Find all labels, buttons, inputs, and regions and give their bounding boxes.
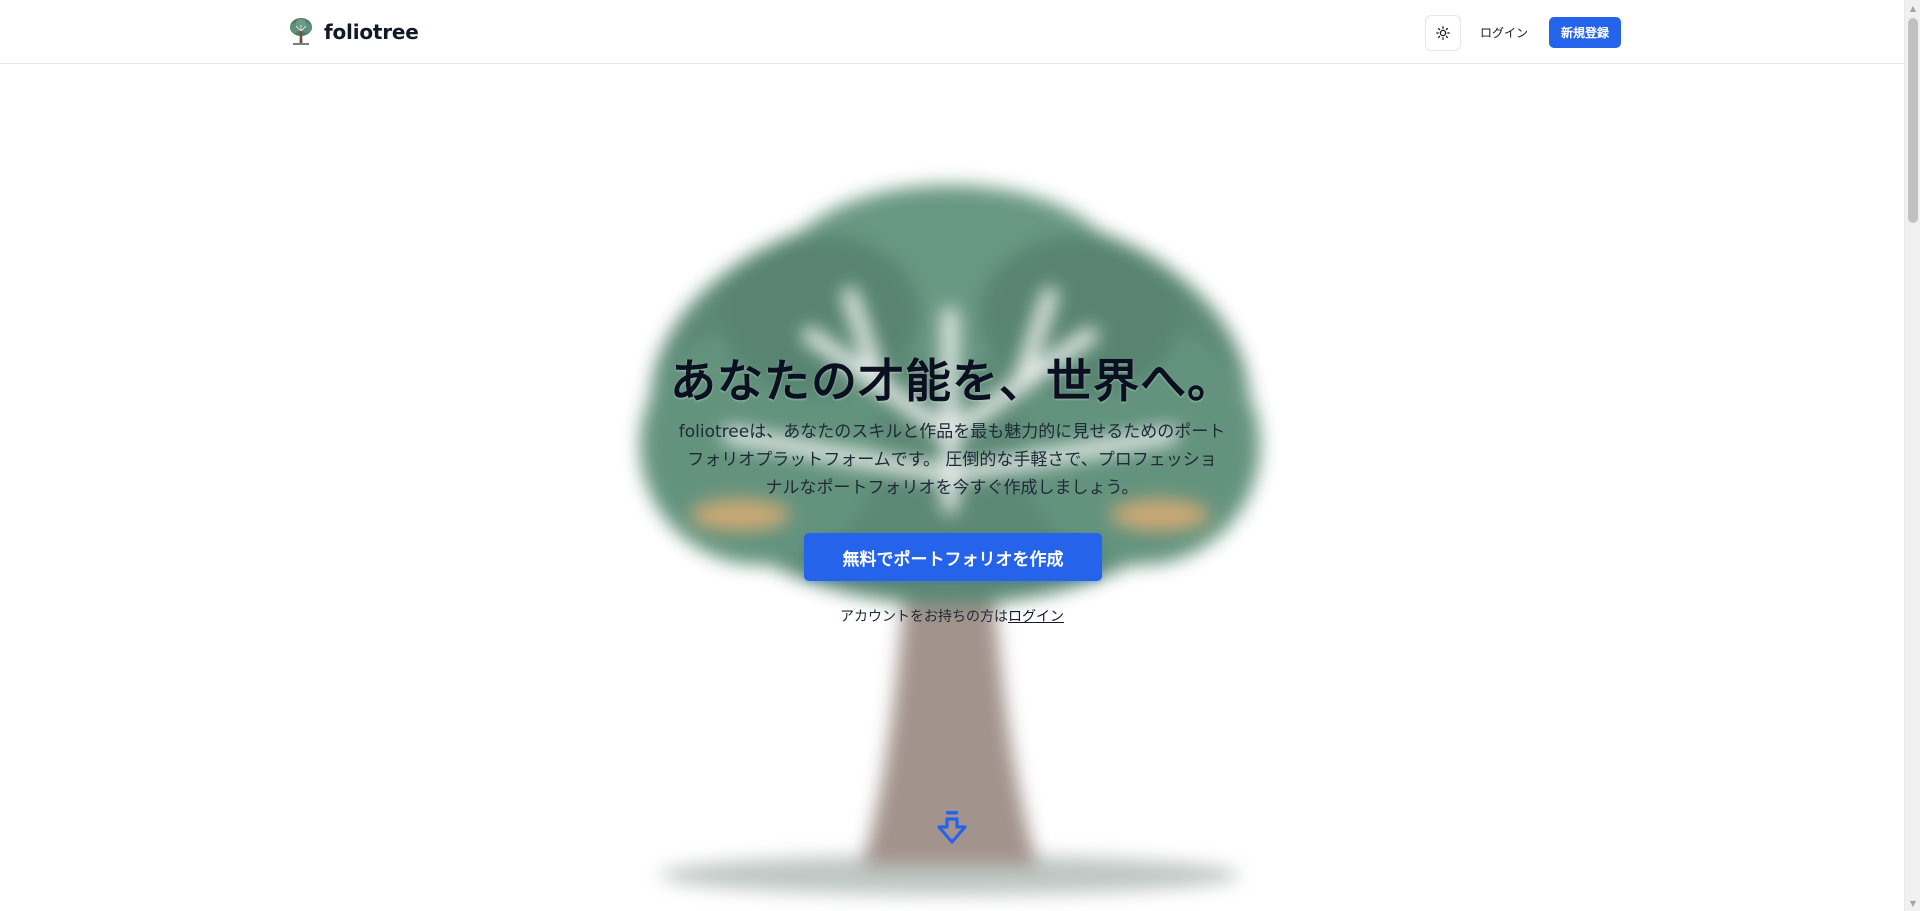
account-prompt: アカウントをお持ちの方はログイン <box>0 606 1904 626</box>
tree-icon <box>290 18 312 45</box>
hero-description-line: ナルなポートフォリオを今すぐ作成しましょう。 <box>765 478 1139 498</box>
arrow-down-icon[interactable] <box>934 809 970 847</box>
hero-description-line: foliotreeは、あなたのスキルと作品を最も魅力的に見せるためのポート <box>678 422 1226 442</box>
scrollbar-thumb[interactable] <box>1908 18 1918 223</box>
scroll-down-arrow-icon[interactable]: ▼ <box>1905 895 1920 911</box>
scroll-up-arrow-icon[interactable]: ▲ <box>1905 0 1920 16</box>
create-portfolio-button[interactable]: 無料でポートフォリオを作成 <box>804 533 1102 581</box>
hero-description: foliotreeは、あなたのスキルと作品を最も魅力的に見せるためのポート フォ… <box>652 418 1252 502</box>
brand[interactable]: foliotree <box>287 17 419 47</box>
sun-icon <box>1436 26 1450 40</box>
header-login-link[interactable]: ログイン <box>1468 15 1540 49</box>
signup-button[interactable]: 新規登録 <box>1549 17 1621 48</box>
account-prompt-text: アカウントをお持ちの方は <box>840 609 1008 625</box>
hero-login-link[interactable]: ログイン <box>1008 609 1064 625</box>
brand-name: foliotree <box>324 20 419 44</box>
hero-title: あなたの才能を、世界へ。 <box>670 354 1234 408</box>
theme-toggle-button[interactable] <box>1425 15 1461 51</box>
hero-section: あなたの才能を、世界へ。 foliotreeは、あなたのスキルと作品を最も魅力的… <box>0 65 1904 911</box>
site-header: foliotree ログイン 新規登録 <box>0 0 1904 64</box>
vertical-scrollbar[interactable]: ▲ ▼ <box>1904 0 1920 911</box>
hero-description-line: フォリオプラットフォームです。 圧倒的な手軽さで、プロフェッショ <box>687 450 1217 470</box>
